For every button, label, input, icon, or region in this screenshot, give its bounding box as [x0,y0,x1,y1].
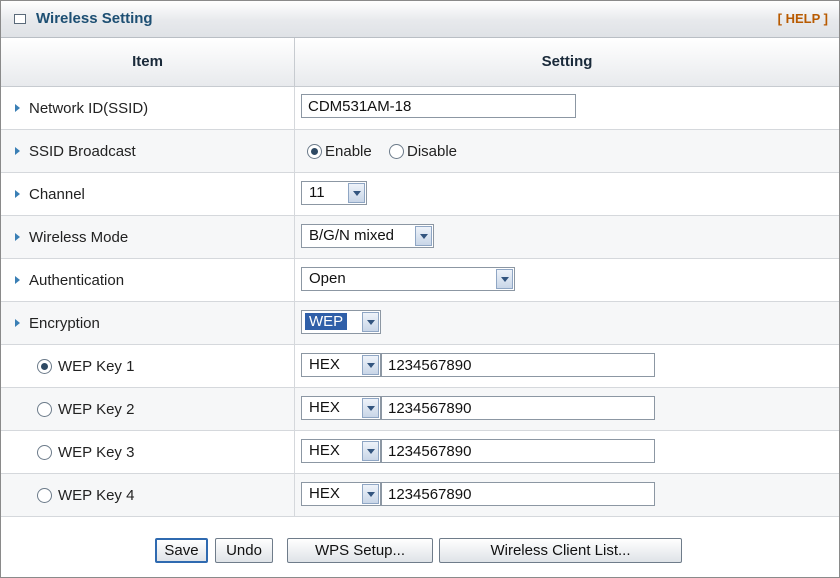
panel-titlebar: Wireless Setting [ HELP ] [1,1,839,38]
wep-key-4-input[interactable] [381,482,655,506]
table-row-network-id: Network ID(SSID) [1,87,839,130]
wep-key-4-radio[interactable] [37,488,52,503]
wps-setup-button[interactable]: WPS Setup... [287,538,433,563]
chevron-down-icon[interactable] [362,441,379,461]
table-row-encryption: Encryption WEP [1,302,839,345]
encryption-label: Encryption [29,315,100,332]
channel-value: 11 [309,184,325,201]
table-row-authentication: Authentication Open [1,259,839,302]
wep-key-4-format: HEX [309,485,340,502]
table-row-wep-key-1: WEP Key 1 HEX [1,345,839,388]
ssid-broadcast-enable-label: Enable [325,143,372,160]
wireless-mode-value: B/G/N mixed [309,227,395,244]
chevron-down-icon[interactable] [362,355,379,375]
authentication-value: Open [309,270,346,287]
wep-key-2-label: WEP Key 2 [58,401,135,418]
table-row-wireless-mode: Wireless Mode B/G/N mixed [1,216,839,259]
ssid-broadcast-label: SSID Broadcast [29,143,136,160]
chevron-down-icon[interactable] [362,484,379,504]
column-header-item: Item [1,38,295,87]
ssid-input[interactable] [301,94,576,118]
button-bar: Save Undo WPS Setup... Wireless Client L… [1,518,839,577]
bullet-arrow-icon [15,233,20,241]
window-icon [14,14,26,24]
authentication-label: Authentication [29,272,125,289]
table-row-channel: Channel 11 [1,173,839,216]
wep-key-3-format: HEX [309,442,340,459]
panel-title: Wireless Setting [36,10,153,27]
wep-key-1-format: HEX [309,356,340,373]
wep-key-2-input[interactable] [381,396,655,420]
chevron-down-icon[interactable] [348,183,365,203]
wep-key-1-input[interactable] [381,353,655,377]
table-row-wep-key-2: WEP Key 2 HEX [1,388,839,431]
chevron-down-icon[interactable] [415,226,432,246]
bullet-arrow-icon [15,104,20,112]
table-row-ssid-broadcast: SSID Broadcast Enable Disable [1,130,839,173]
authentication-select[interactable]: Open [301,267,515,291]
chevron-down-icon[interactable] [362,312,379,332]
encryption-value: WEP [305,313,348,330]
channel-select[interactable]: 11 [301,181,367,205]
bullet-arrow-icon [15,319,20,327]
wep-key-4-format-select[interactable]: HEX [301,482,381,506]
chevron-down-icon[interactable] [496,269,513,289]
bullet-arrow-icon [15,147,20,155]
wep-key-1-format-select[interactable]: HEX [301,353,381,377]
wep-key-4-label: WEP Key 4 [58,487,135,504]
save-button[interactable]: Save [155,538,208,563]
encryption-select[interactable]: WEP [301,310,381,334]
wep-key-3-format-select[interactable]: HEX [301,439,381,463]
chevron-down-icon[interactable] [362,398,379,418]
ssid-broadcast-disable-label: Disable [407,143,458,160]
wireless-mode-label: Wireless Mode [29,229,129,246]
wep-key-2-format: HEX [309,399,340,416]
wep-key-3-radio[interactable] [37,445,52,460]
wep-key-3-input[interactable] [381,439,655,463]
help-link[interactable]: [ HELP ] [778,11,828,26]
network-id-label: Network ID(SSID) [29,100,149,117]
wep-key-3-label: WEP Key 3 [58,444,135,461]
wireless-setting-panel: Wireless Setting [ HELP ] Item Setting N… [0,0,840,578]
wep-key-2-format-select[interactable]: HEX [301,396,381,420]
wireless-mode-select[interactable]: B/G/N mixed [301,224,434,248]
table-row-wep-key-3: WEP Key 3 HEX [1,431,839,474]
bullet-arrow-icon [15,276,20,284]
channel-label: Channel [29,186,85,203]
undo-button[interactable]: Undo [215,538,273,563]
ssid-broadcast-disable-radio[interactable] [389,144,404,159]
bullet-arrow-icon [15,190,20,198]
wireless-client-list-button[interactable]: Wireless Client List... [439,538,682,563]
column-header-setting: Setting [295,38,839,87]
table-row-wep-key-4: WEP Key 4 HEX [1,474,839,517]
wep-key-1-label: WEP Key 1 [58,358,135,375]
wep-key-1-radio[interactable] [37,359,52,374]
ssid-broadcast-enable-radio[interactable] [307,144,322,159]
wep-key-2-radio[interactable] [37,402,52,417]
